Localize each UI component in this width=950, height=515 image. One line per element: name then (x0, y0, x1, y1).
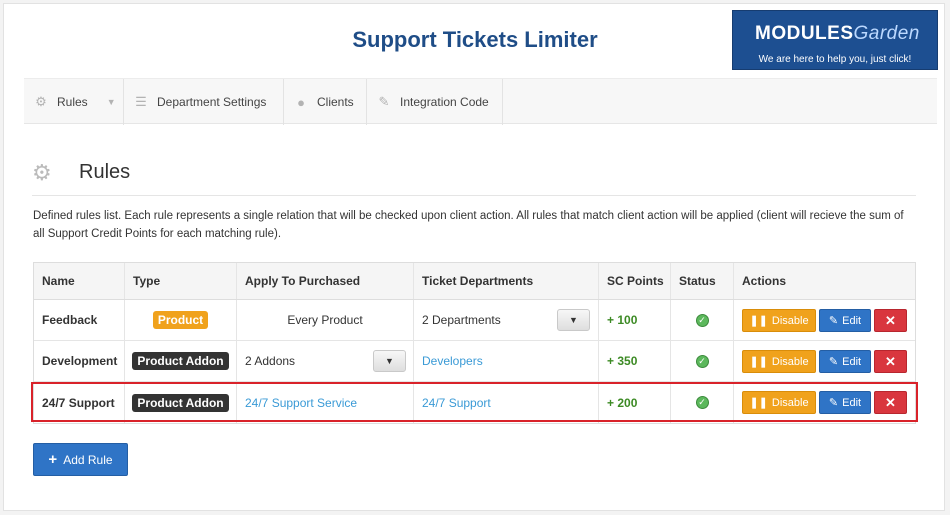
logo-text: MODULES (755, 23, 854, 44)
nav-item-department-settings[interactable]: ☰ Department Settings (124, 79, 284, 125)
disable-button[interactable]: ❚❚ Disable (742, 350, 816, 373)
pause-icon: ❚❚ (749, 356, 768, 368)
edit-icon: ✎ (828, 356, 839, 368)
apply-to-purchased: 2 Addons (245, 354, 296, 368)
nav-item-label: Department Settings (157, 95, 267, 109)
pause-icon: ❚❚ (749, 315, 768, 327)
type-badge: Product Addon (132, 352, 229, 370)
list-icon: ☰ (135, 94, 147, 109)
column-header: Type (125, 263, 237, 299)
divider (32, 195, 916, 196)
sc-points: + 100 (599, 300, 671, 340)
table-row: Feedback Product Every Product 2 Departm… (34, 300, 915, 341)
nav-item-integration-code[interactable]: ✎ Integration Code (367, 79, 503, 125)
modulesgarden-logo[interactable]: MODULESGarden We are here to help you, j… (732, 10, 938, 70)
column-header: Actions (742, 274, 787, 288)
main-nav: ⚙ Rules ▼ ☰ Department Settings ● Client… (24, 78, 937, 125)
apply-to-purchased: Every Product (237, 300, 414, 340)
add-rule-label: Add Rule (63, 452, 113, 467)
nav-item-label: Integration Code (400, 95, 489, 109)
status-ok-icon: ✓ (695, 313, 709, 327)
status-ok-icon: ✓ (695, 354, 709, 368)
edit-icon: ✎ (378, 94, 390, 109)
gear-icon: ⚙ (32, 160, 52, 185)
column-header: Apply To Purchased (237, 263, 414, 299)
delete-button[interactable]: ✕ (874, 350, 907, 373)
rule-name: Development (34, 341, 125, 381)
edit-icon: ✎ (828, 315, 839, 327)
nav-item-label: Clients (317, 95, 354, 109)
add-rule-button[interactable]: + Add Rule (33, 443, 128, 476)
caret-down-icon: ▼ (106, 97, 116, 107)
departments-label: 2 Departments (422, 313, 501, 327)
column-header: SC Points (599, 263, 671, 299)
logo-tagline: We are here to help you, just click! (758, 54, 912, 65)
department-link[interactable]: Developers (422, 354, 483, 368)
section-description: Defined rules list. Each rule represents… (33, 210, 904, 240)
column-header: Name (34, 263, 125, 299)
plus-icon: + (48, 451, 58, 468)
disable-button[interactable]: ❚❚ Disable (742, 309, 816, 332)
chevron-down-icon[interactable]: ▼ (557, 309, 590, 331)
column-header: Status (671, 263, 734, 299)
gear-icon: ⚙ (35, 94, 47, 109)
table-row: Development Product Addon 2 Addons ▼ Dev… (34, 341, 915, 382)
delete-button[interactable]: ✕ (874, 309, 907, 332)
column-header: Ticket Departments (414, 263, 599, 299)
edit-button[interactable]: ✎ Edit (819, 350, 871, 373)
type-badge: Product (152, 311, 209, 329)
logo-text-2: Garden (853, 23, 920, 44)
nav-item-clients[interactable]: ● Clients (284, 79, 367, 125)
chevron-down-icon[interactable]: ▼ (373, 350, 406, 372)
user-icon: ● (297, 94, 305, 110)
sc-points: + 350 (599, 341, 671, 381)
nav-item-rules[interactable]: ⚙ Rules ▼ (24, 79, 124, 125)
rule-name: Feedback (34, 300, 125, 340)
edit-button[interactable]: ✎ Edit (819, 309, 871, 332)
logo-brand: MODULESGarden (755, 23, 920, 45)
highlight-box (31, 382, 918, 422)
section-title: Rules (79, 161, 131, 183)
table-header: Name Type Apply To Purchased Ticket Depa… (34, 263, 915, 300)
nav-item-label: Rules (57, 95, 88, 109)
